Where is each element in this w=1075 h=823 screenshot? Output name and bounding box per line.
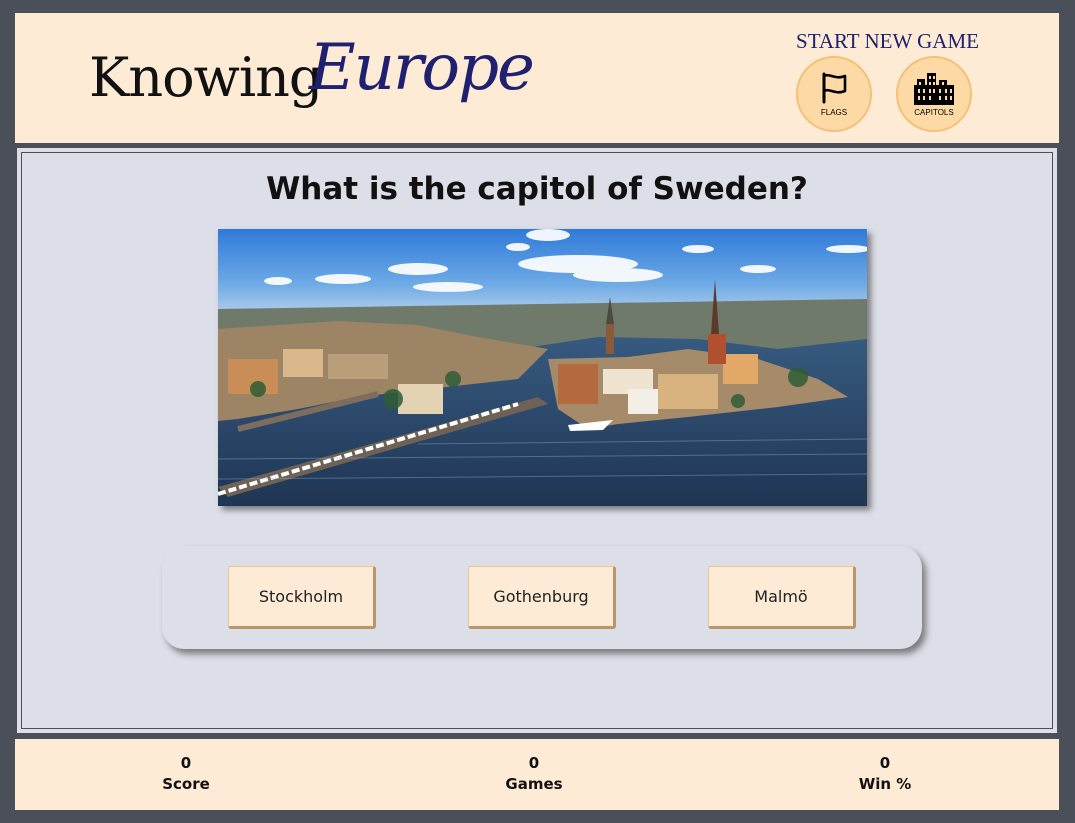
answer-button-gothenburg[interactable]: Gothenburg <box>468 566 616 629</box>
logo-europe-text: Europe <box>309 31 535 105</box>
flags-mode-label: FLAGS <box>820 108 848 117</box>
flag-icon <box>817 71 851 105</box>
capitols-mode-button[interactable]: CAPITOLS <box>896 56 972 132</box>
start-new-game-heading: START NEW GAME <box>796 29 979 53</box>
answer-options-panel: Stockholm Gothenburg Malmö <box>162 546 922 649</box>
header: Knowing Europe START NEW GAME FLAGS CAPI… <box>15 13 1059 143</box>
score-label: Score <box>162 775 210 793</box>
stats-footer: 0 Score 0 Games 0 Win % <box>15 739 1059 810</box>
question-text: What is the capitol of Sweden? <box>266 171 808 207</box>
quiz-panel: What is the capitol of Sweden? Stockholm… <box>15 146 1059 735</box>
city-skyline-icon <box>912 71 956 105</box>
win-percent-value: 0 <box>879 754 891 772</box>
answer-button-malmo[interactable]: Malmö <box>708 566 856 629</box>
score-value: 0 <box>180 754 192 772</box>
games-label: Games <box>505 775 563 793</box>
games-value: 0 <box>528 754 540 772</box>
capitols-mode-label: CAPITOLS <box>914 108 954 117</box>
answer-button-stockholm[interactable]: Stockholm <box>228 566 376 629</box>
games-stat: 0 Games <box>474 753 594 795</box>
win-percent-stat: 0 Win % <box>825 753 945 795</box>
score-stat: 0 Score <box>126 753 246 795</box>
win-percent-label: Win % <box>858 775 912 793</box>
flags-mode-button[interactable]: FLAGS <box>796 56 872 132</box>
quiz-panel-inner: What is the capitol of Sweden? Stockholm… <box>21 152 1053 729</box>
stockholm-city-photo <box>218 229 867 506</box>
logo-knowing-text: Knowing <box>89 46 323 109</box>
